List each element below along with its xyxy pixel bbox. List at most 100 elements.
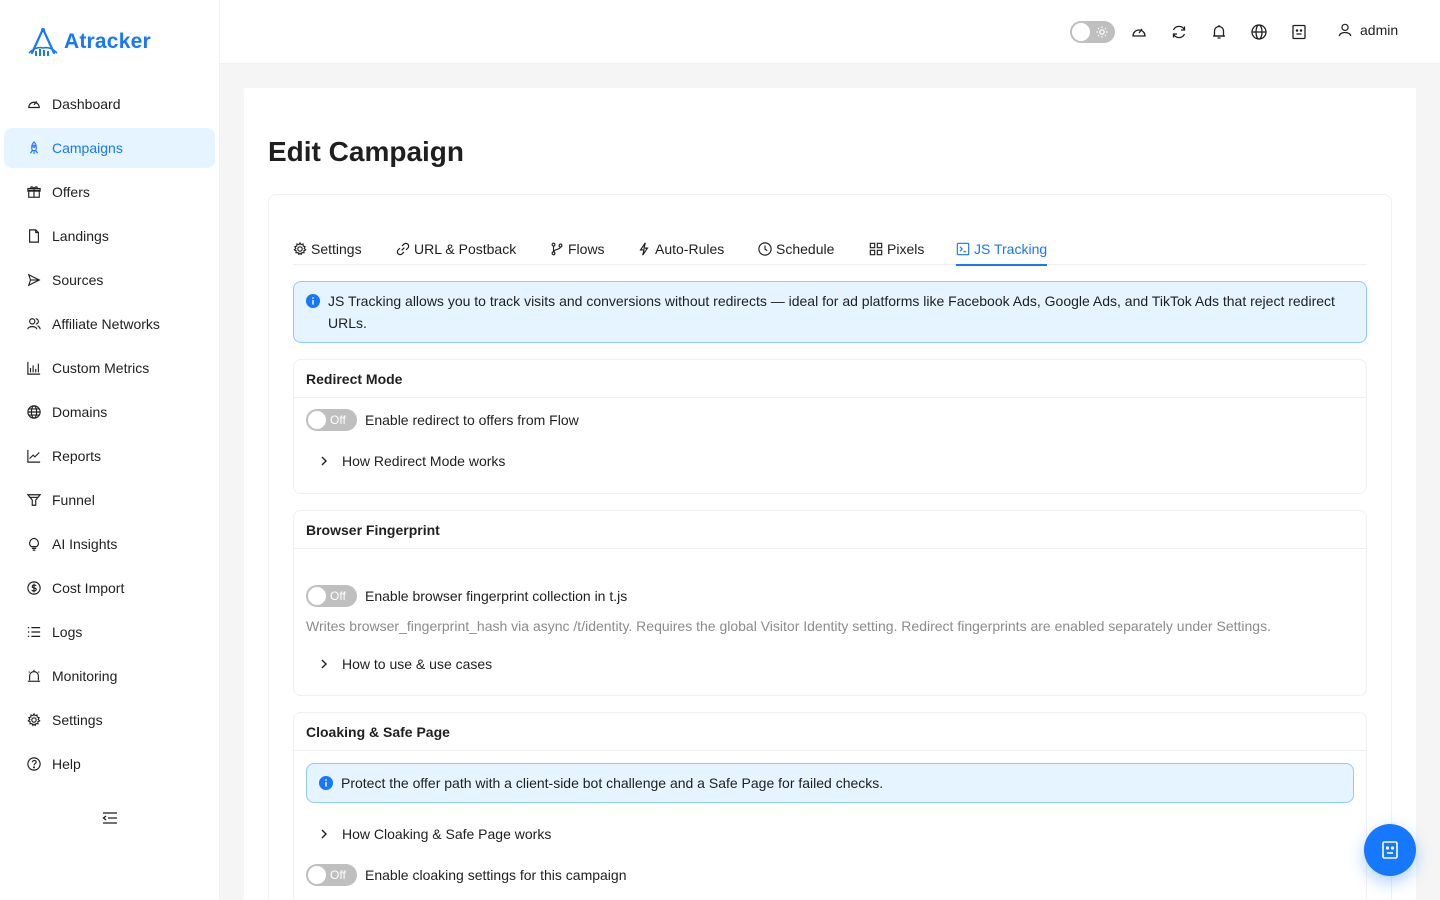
theme-toggle[interactable] <box>1070 21 1115 43</box>
robot-icon <box>1382 841 1398 859</box>
info-circle-icon <box>306 294 320 308</box>
bulb-icon <box>26 536 42 552</box>
sidebar-nav: Dashboard Campaigns Offers Landings Sour… <box>4 84 215 788</box>
sun-icon <box>1096 26 1108 38</box>
sidebar-item-settings[interactable]: Settings <box>4 700 215 740</box>
tab-auto-rules[interactable]: Auto-Rules <box>637 233 724 265</box>
sidebar-item-label: Domains <box>52 404 108 420</box>
sidebar-item-label: Settings <box>52 712 103 728</box>
tab-settings[interactable]: Settings <box>293 233 362 265</box>
alert-icon <box>26 668 42 684</box>
section-title: Cloaking & Safe Page <box>294 713 1366 751</box>
rocket-icon <box>26 140 42 156</box>
appstore-icon <box>869 242 883 256</box>
fingerprint-collapse[interactable]: How to use & use cases <box>306 656 492 672</box>
sidebar-item-label: Dashboard <box>52 96 121 112</box>
switch-knob <box>308 411 326 429</box>
campaign-card: Settings URL & Postback Flows Auto-Rules… <box>268 194 1392 900</box>
tab-label: Settings <box>311 241 362 257</box>
cloaking-switch[interactable]: Off <box>306 864 357 886</box>
chevron-right-icon <box>321 659 327 669</box>
file-icon <box>26 228 42 244</box>
js-tracking-info-alert: JS Tracking allows you to track visits a… <box>293 281 1367 343</box>
gear-icon <box>293 242 307 256</box>
sidebar-item-funnel[interactable]: Funnel <box>4 480 215 520</box>
info-circle-icon <box>319 776 333 790</box>
sidebar-item-offers[interactable]: Offers <box>4 172 215 212</box>
top-header: admin <box>220 0 1440 64</box>
team-icon <box>26 316 42 332</box>
sidebar-item-ai-insights[interactable]: AI Insights <box>4 524 215 564</box>
fingerprint-switch[interactable]: Off <box>306 585 357 607</box>
sidebar-item-cost-import[interactable]: Cost Import <box>4 568 215 608</box>
link-icon <box>396 242 410 256</box>
tab-label: JS Tracking <box>974 241 1048 257</box>
sidebar-item-dashboard[interactable]: Dashboard <box>4 84 215 124</box>
globe-icon[interactable] <box>1251 24 1267 40</box>
cloaking-row: Off Enable cloaking settings for this ca… <box>306 864 626 886</box>
dashboard-icon[interactable] <box>1131 24 1147 40</box>
sidebar-item-domains[interactable]: Domains <box>4 392 215 432</box>
redirect-mode-switch[interactable]: Off <box>306 409 357 431</box>
bell-icon[interactable] <box>1211 24 1227 40</box>
clock-icon <box>758 242 772 256</box>
assistant-float-button[interactable] <box>1364 824 1416 876</box>
chevron-right-icon <box>321 456 327 466</box>
assistant-icon[interactable] <box>1291 24 1307 40</box>
tab-label: Schedule <box>776 241 835 257</box>
sidebar-item-custom-metrics[interactable]: Custom Metrics <box>4 348 215 388</box>
sidebar-item-label: Cost Import <box>52 580 125 596</box>
app-logo[interactable]: Atracker <box>26 26 151 58</box>
send-icon <box>26 272 42 288</box>
chevron-right-icon <box>321 829 327 839</box>
sidebar-item-sources[interactable]: Sources <box>4 260 215 300</box>
tab-pixels[interactable]: Pixels <box>869 233 924 265</box>
sidebar-item-label: Funnel <box>52 492 95 508</box>
funnel-icon <box>26 492 42 508</box>
sidebar-item-help[interactable]: Help <box>4 744 215 784</box>
sidebar-item-affiliate-networks[interactable]: Affiliate Networks <box>4 304 215 344</box>
fingerprint-label: Enable browser fingerprint collection in… <box>365 588 628 604</box>
sidebar-item-logs[interactable]: Logs <box>4 612 215 652</box>
code-icon <box>956 242 970 256</box>
tab-flows[interactable]: Flows <box>550 233 605 265</box>
gift-icon <box>26 184 42 200</box>
info-text: JS Tracking allows you to track visits a… <box>328 293 1335 331</box>
sidebar-item-label: Help <box>52 756 81 772</box>
globe-icon <box>26 404 42 420</box>
sidebar-item-label: AI Insights <box>52 536 118 552</box>
sidebar-item-label: Custom Metrics <box>52 360 150 376</box>
switch-knob <box>308 587 326 605</box>
sidebar-item-reports[interactable]: Reports <box>4 436 215 476</box>
redirect-mode-label: Enable redirect to offers from Flow <box>365 412 579 428</box>
redirect-mode-collapse[interactable]: How Redirect Mode works <box>306 453 505 469</box>
reload-icon[interactable] <box>1171 24 1187 40</box>
menu-fold-icon[interactable] <box>102 810 118 826</box>
tab-label: Auto-Rules <box>655 241 725 257</box>
sidebar-item-label: Reports <box>52 448 102 464</box>
cloaking-info-alert: Protect the offer path with a client-sid… <box>306 763 1354 803</box>
line-chart-icon <box>26 448 42 464</box>
sidebar-item-campaigns[interactable]: Campaigns <box>4 128 215 168</box>
sidebar-item-landings[interactable]: Landings <box>4 216 215 256</box>
list-icon <box>26 624 42 640</box>
tab-url-postback[interactable]: URL & Postback <box>396 233 516 265</box>
redirect-mode-section: Redirect Mode Off Enable redirect to off… <box>293 359 1367 494</box>
user-menu[interactable]: admin <box>1338 22 1398 38</box>
collapse-label: How Redirect Mode works <box>342 453 506 469</box>
sidebar-item-label: Sources <box>52 272 104 288</box>
main-content: Edit Campaign Settings URL & Postback Fl… <box>244 88 1416 900</box>
thunderbolt-icon <box>639 242 649 256</box>
app-name: Atracker <box>64 30 151 53</box>
tab-js-tracking[interactable]: JS Tracking <box>956 233 1048 266</box>
info-text: Protect the offer path with a client-sid… <box>341 775 884 791</box>
cloaking-collapse[interactable]: How Cloaking & Safe Page works <box>306 826 551 842</box>
gear-icon <box>26 712 42 728</box>
collapse-label: How to use & use cases <box>342 656 493 672</box>
tab-schedule[interactable]: Schedule <box>758 233 834 265</box>
question-icon <box>26 756 42 772</box>
dollar-icon <box>26 580 42 596</box>
sidebar-item-monitoring[interactable]: Monitoring <box>4 656 215 696</box>
sidebar-item-label: Monitoring <box>52 668 118 684</box>
dashboard-icon <box>26 96 42 112</box>
